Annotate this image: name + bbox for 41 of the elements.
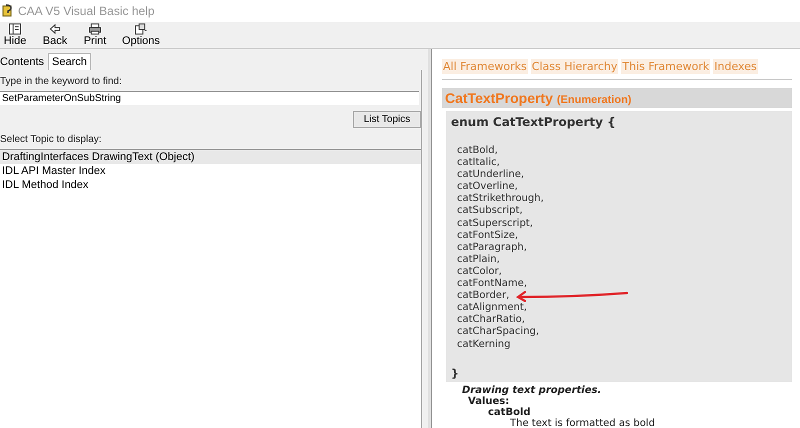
code-line: catUnderline, [457,169,524,181]
code-line: catParagraph, [457,242,527,254]
enum-title: CatTextProperty [445,90,553,106]
code-line: catCharSpacing, [457,326,540,338]
code-line: catColor, [457,266,502,278]
code-line: enum CatTextProperty { [451,115,617,129]
code-line: catSubscript, [457,205,523,218]
code-line: catFontSize, [457,230,518,242]
code-line: catItalic, [457,157,500,169]
toolbar-button[interactable]: Options [122,22,160,48]
list-topics-button[interactable]: List Topics [353,111,421,128]
code-line: catOverline, [457,181,518,193]
code-line: catBorder, [457,290,510,302]
code-line: catBold, [457,145,498,157]
tab[interactable]: Search [48,53,91,70]
description-text: Drawing text properties. [462,384,602,396]
keyword-field[interactable]: SetParameterOnSubString [0,91,419,105]
help-book-icon [2,4,14,18]
code-line: catStrikethrough, [457,193,544,205]
back-arrow-icon [48,23,62,35]
topic-item[interactable]: DraftingInterfaces DrawingText (Object) [0,150,421,164]
enum-kind: (Enumeration) [556,94,632,106]
value-name: catBold [487,406,532,418]
topic-item[interactable]: IDL API Master Index [0,164,421,178]
code-line: catSuperscript, [457,218,533,230]
keyword-label: Type in the keyword to find: [0,75,123,89]
code-line: } [451,366,460,380]
value-description: The text is formatted as bold [509,418,656,428]
code-line: catAlignment, [457,302,527,314]
topic-item[interactable]: IDL Method Index [0,178,421,192]
code-line: catFontName, [457,278,527,290]
toolbar-button[interactable]: Hide [2,22,28,48]
toolbar-button[interactable]: Back [42,22,68,48]
topic-label: Select Topic to display: [0,133,103,147]
tab[interactable]: Contents [0,54,48,70]
code-line: catCharRatio, [457,314,525,326]
values-label: Values: [467,396,510,407]
window-title: CAA V5 Visual Basic help [18,4,155,18]
code-line: catKerning [457,338,510,351]
toolbar-button[interactable]: Print [82,22,108,48]
code-line: catPlain, [457,254,500,266]
